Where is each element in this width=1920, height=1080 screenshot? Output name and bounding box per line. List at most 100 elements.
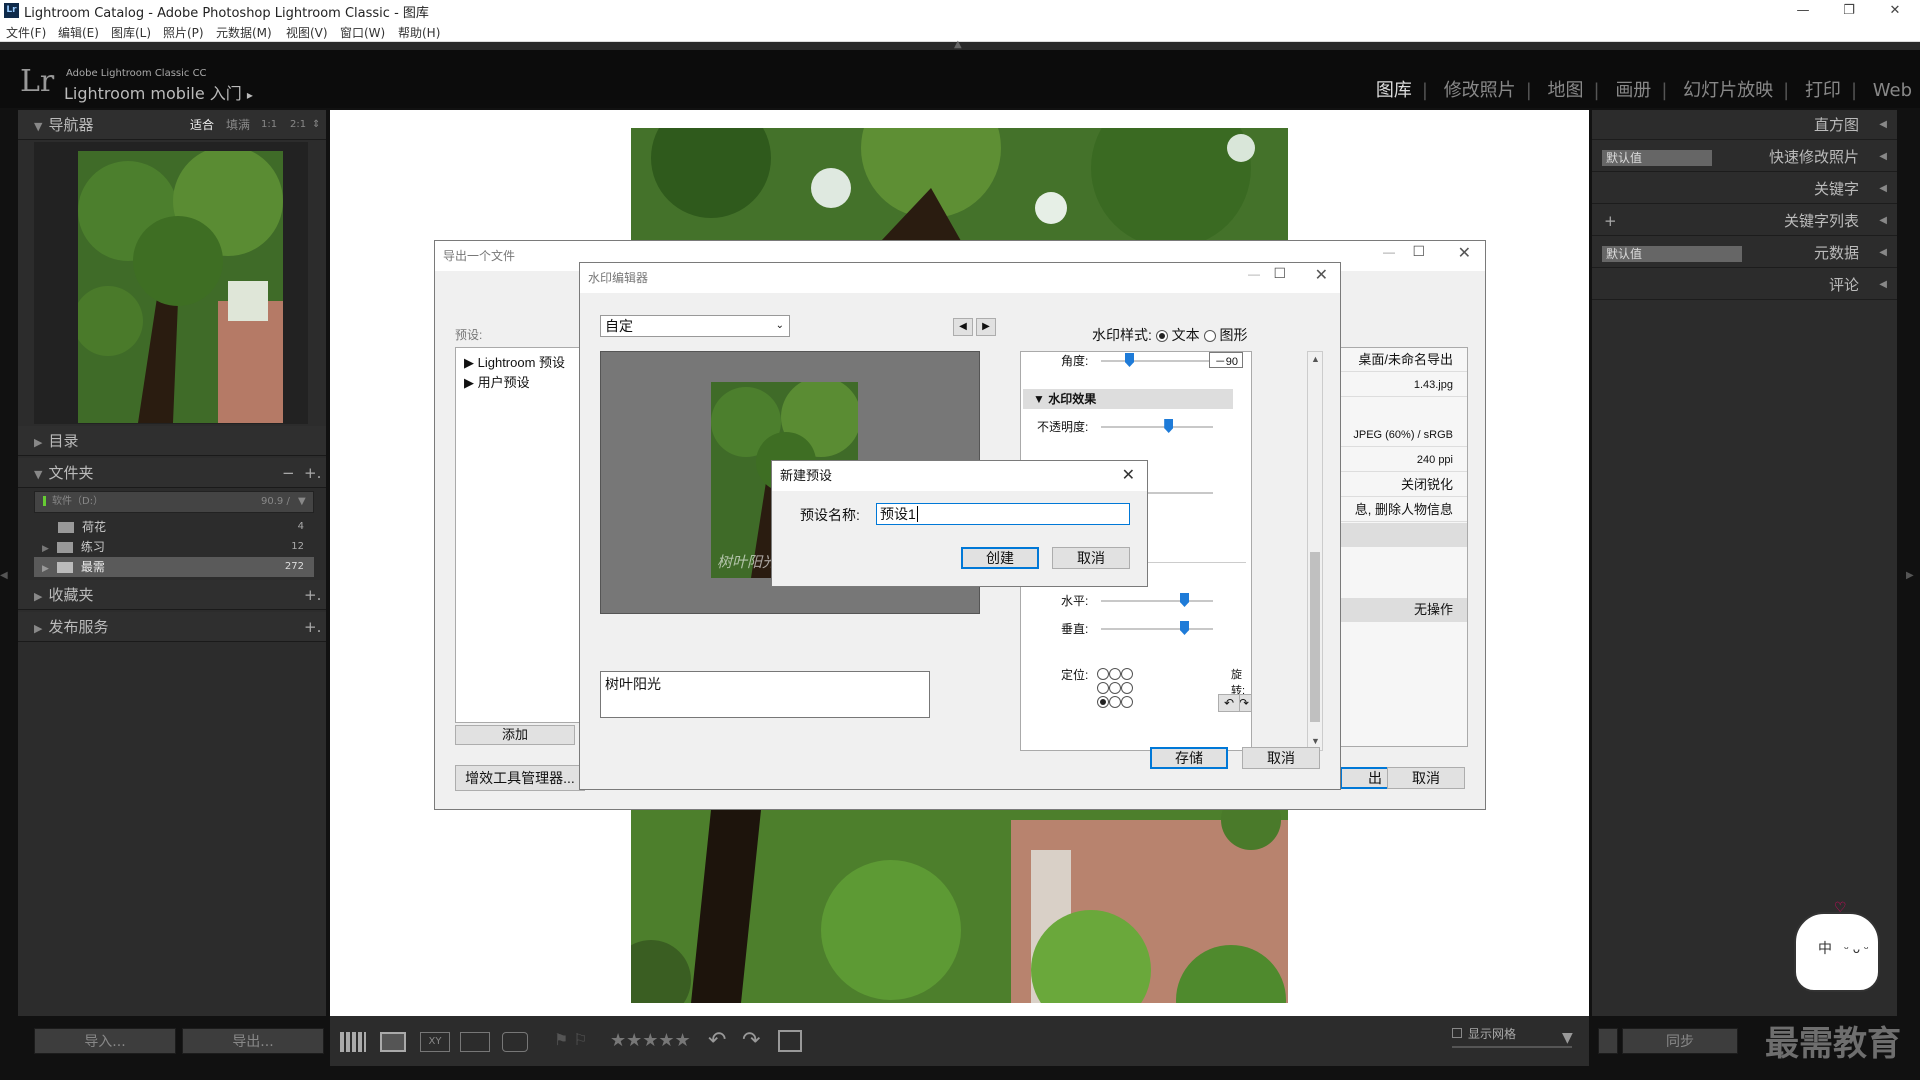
wm-angle-input[interactable]: －90 [1209,352,1243,368]
wm-angle-slider[interactable] [1101,360,1213,362]
navigator-preview[interactable] [34,142,308,424]
crop-icon[interactable] [778,1030,802,1052]
star-rating[interactable]: ★★★★★ [610,1030,691,1051]
export-button[interactable]: 导出... [182,1028,324,1054]
wm-max-icon[interactable]: ☐ [1273,265,1286,282]
anchor-radio[interactable] [1097,667,1109,680]
menu-window[interactable]: 窗口(W) [340,24,385,41]
zoom-more-icon[interactable]: ⇕ [312,110,320,140]
keyword-add-button[interactable]: + [1604,206,1617,236]
wm-style-shape-radio[interactable] [1203,330,1216,343]
menu-help[interactable]: 帮助(H) [398,24,440,41]
quick-develop-header[interactable]: 默认值 快速修改照片 [1592,142,1897,172]
anchor-radio[interactable] [1109,667,1121,680]
wm-save-button[interactable]: 存储 [1150,747,1228,769]
export-settings-list[interactable]: 桌面/未命名导出 1.43.jpg JPEG (60%) / sRGB 240 … [1340,347,1468,747]
scroll-up-icon[interactable]: ▲ [1311,354,1320,364]
create-preset-button[interactable]: 创建 [961,547,1039,569]
wm-opacity-slider[interactable] [1101,426,1213,428]
catalog-header[interactable]: ▶ 目录 [18,426,326,456]
anchor-radio[interactable] [1121,667,1133,680]
metadata-header[interactable]: 默认值 元数据 [1592,238,1897,268]
module-slideshow[interactable]: 幻灯片放映 [1683,80,1773,101]
keyword-list-header[interactable]: + 关键字列表 [1592,206,1897,236]
folder-row[interactable]: ▶ 练习 12 [34,537,314,557]
minimize-button[interactable]: — [1780,0,1826,22]
people-view-icon[interactable] [502,1032,528,1052]
wm-anchor-grid[interactable] [1097,666,1149,708]
compare-view-icon[interactable]: XY [420,1032,450,1052]
flag-icon[interactable]: ⚑ ⚐ [554,1030,588,1049]
wm-size-input[interactable]: 20 [1251,485,1252,503]
anchor-radio[interactable] [1109,681,1121,694]
grid-view-icon[interactable] [340,1032,366,1052]
folders-header[interactable]: ▼ 文件夹 − +. [18,458,326,488]
module-library[interactable]: 图库 [1376,80,1412,101]
right-panel-toggle[interactable]: ▶ [1906,570,1914,581]
rotate-left-icon[interactable]: ↶ [1218,694,1240,712]
keywording-header[interactable]: 关键字 [1592,174,1897,204]
wm-opacity-thumb[interactable] [1164,419,1174,433]
anchor-radio[interactable] [1121,695,1133,708]
module-map[interactable]: 地图 [1548,80,1584,101]
identity-lightroom-mobile[interactable]: Lightroom mobile 入门 ▸ [64,80,253,104]
folder-expand-icon[interactable]: ▶ [42,544,49,554]
menu-file[interactable]: 文件(F) [6,24,46,41]
scroll-thumb[interactable] [1310,552,1320,722]
anchor-radio[interactable] [1097,681,1109,694]
show-grid-checkbox[interactable] [1452,1028,1462,1038]
tree-item-user-presets[interactable]: ▶ 用户预设 [464,372,530,391]
preset-name-input[interactable]: 预设1 [876,503,1130,525]
publish-header[interactable]: ▶ 发布服务 +. [18,612,326,642]
cancel-preset-button[interactable]: 取消 [1052,547,1130,569]
drive-row[interactable]: 软件（D:） 90.9 / ▼ [34,491,314,513]
scroll-down-icon[interactable]: ▼ [1311,736,1320,746]
wm-vertical-slider[interactable] [1101,628,1213,630]
presets-tree[interactable]: ▶ Lightroom 预设 ▶ 用户预设 [455,347,585,723]
comments-header[interactable]: 评论 [1592,270,1897,300]
zoom-2-1[interactable]: 2:1 [290,110,306,140]
add-preset-button[interactable]: 添加 [455,725,575,745]
wm-vertical-thumb[interactable] [1180,621,1189,635]
publish-add-button[interactable]: +. [304,612,321,642]
module-develop[interactable]: 修改照片 [1444,80,1516,101]
wm-next-button[interactable]: ▶ [976,318,996,336]
menu-photo[interactable]: 照片(P) [163,24,204,41]
wm-horizontal-slider[interactable] [1101,600,1213,602]
survey-view-icon[interactable] [460,1032,490,1052]
menu-library[interactable]: 图库(L) [111,24,151,41]
rotate-right-icon[interactable]: ↷ [742,1028,760,1053]
wm-settings-scrollbar[interactable]: ▲ ▼ [1307,351,1323,751]
menu-view[interactable]: 视图(V) [286,24,328,41]
anchor-radio-selected[interactable] [1097,695,1109,708]
folder-row-selected[interactable]: ▶ 最需 272 [34,557,314,577]
zoom-fill[interactable]: 填满 [226,110,250,140]
import-button[interactable]: 导入... [34,1028,176,1054]
collections-header[interactable]: ▶ 收藏夹 +. [18,580,326,610]
wm-effects-header[interactable]: ▼ 水印效果 [1023,389,1233,409]
zoom-1-1[interactable]: 1:1 [261,110,277,140]
zoom-fit[interactable]: 适合 [190,110,214,140]
wm-horizontal-input[interactable]: 2 [1251,592,1252,610]
menu-metadata[interactable]: 元数据(M) [216,24,272,41]
left-panel-toggle[interactable]: ◀ [0,570,14,581]
plugin-manager-button[interactable]: 增效工具管理器... [455,765,585,791]
wm-horizontal-thumb[interactable] [1180,593,1189,607]
menu-edit[interactable]: 编辑(E) [58,24,99,41]
export-max-icon[interactable]: ☐ [1412,243,1425,260]
close-button[interactable]: ✕ [1872,0,1918,22]
wm-opacity-input[interactable]: 60 [1251,418,1252,436]
folder-add-button[interactable]: +. [304,458,321,488]
drive-menu-icon[interactable]: ▼ [298,492,306,512]
top-panel-toggle[interactable]: ▲ [0,39,1920,50]
wm-prev-button[interactable]: ◀ [953,318,973,336]
toolbar-menu-icon[interactable]: ▼ [1562,1030,1573,1046]
wm-preset-select[interactable]: 自定 ⌄ [600,315,790,337]
restore-button[interactable]: ❐ [1826,0,1872,22]
rotate-left-icon[interactable]: ↶ [708,1028,726,1053]
wm-min-icon[interactable]: — [1248,267,1260,281]
folder-row[interactable]: 荷花 4 [34,517,314,537]
collection-add-button[interactable]: +. [304,580,321,610]
sync-toggle[interactable] [1598,1028,1618,1054]
histogram-header[interactable]: 直方图 [1592,110,1897,140]
